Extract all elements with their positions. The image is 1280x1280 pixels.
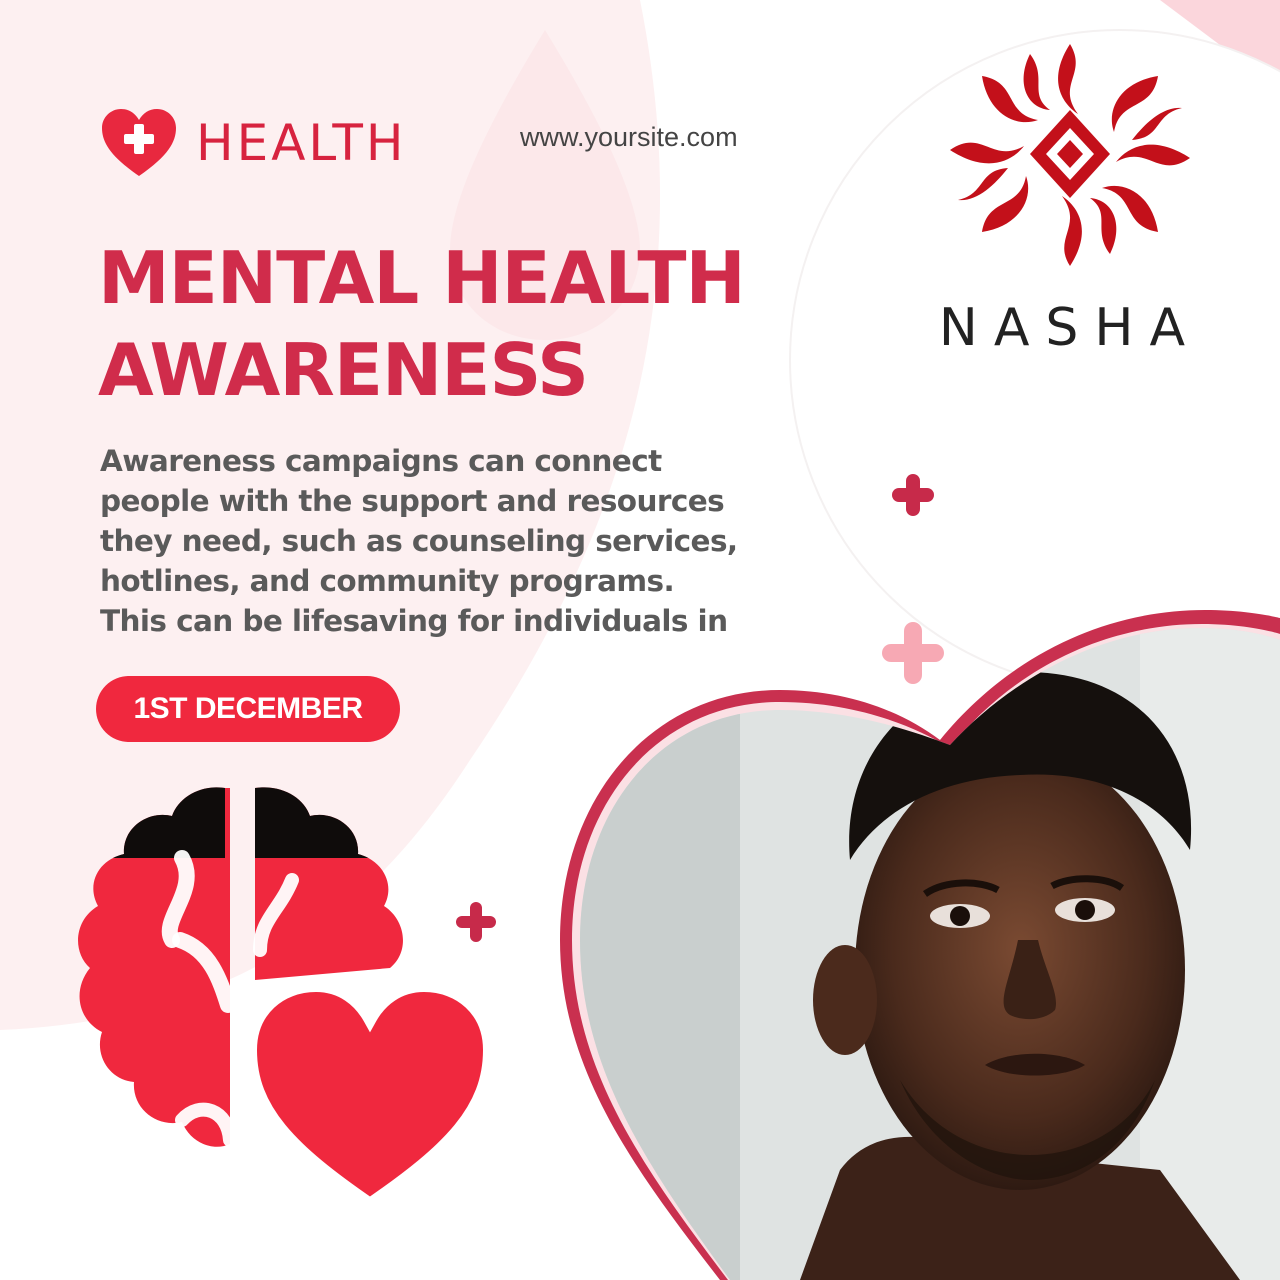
plus-icon <box>892 474 934 516</box>
date-badge: 1ST DECEMBER <box>96 676 400 742</box>
title-line: AWARENESS <box>98 328 589 412</box>
portrait-photo <box>560 610 1280 1280</box>
description-line: Awareness campaigns can connect <box>100 444 662 478</box>
flame-sun-emblem-icon <box>950 44 1190 266</box>
website-url: www.yoursite.com <box>520 122 738 152</box>
brand: HEALTH <box>100 108 407 178</box>
description-line: people with the support and resources <box>100 484 725 518</box>
brand-label: HEALTH <box>196 114 407 172</box>
description-line: hotlines, and community programs. <box>100 564 675 598</box>
description-line: they need, such as counseling services, <box>100 524 738 558</box>
page-title: MENTAL HEALTH AWARENESS <box>98 232 798 416</box>
title-line: MENTAL HEALTH <box>98 236 746 320</box>
brain-heart-icon <box>78 787 498 1214</box>
nasha-logo: NASHA <box>900 36 1240 358</box>
logo-wordmark: NASHA <box>938 298 1202 358</box>
heart-plus-icon <box>102 109 176 176</box>
